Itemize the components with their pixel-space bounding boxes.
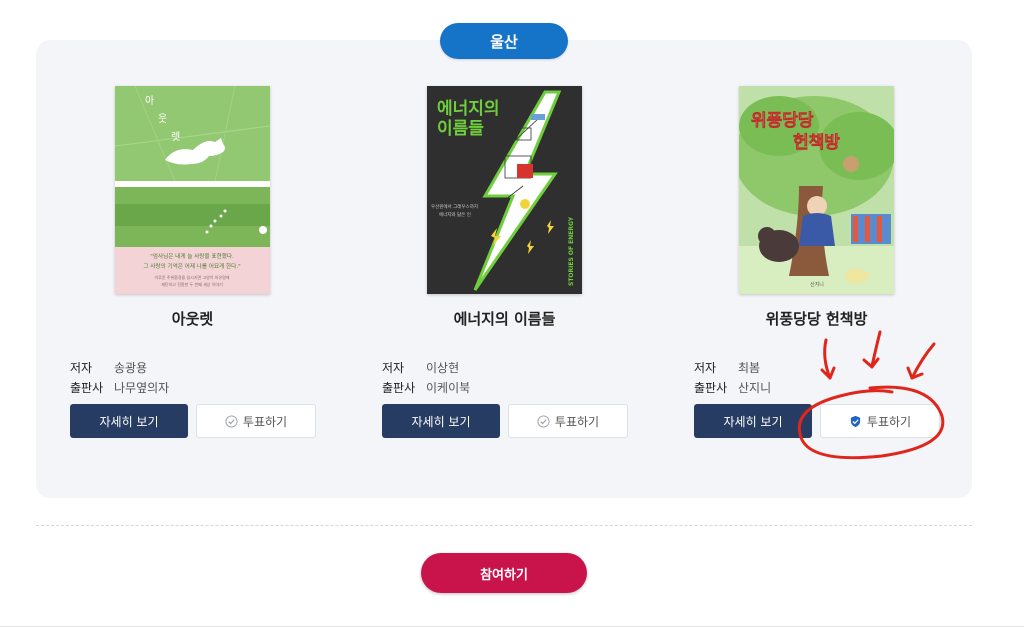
publisher-value: 이케이북: [426, 381, 471, 395]
check-circle-icon: [537, 414, 550, 428]
vote-label: 투표하기: [242, 414, 288, 429]
region-badge: 울산: [440, 23, 568, 59]
cover-small-1: 이루운 주위환경을 읽시키면 고양이 미유명에: [154, 274, 229, 280]
cover-quote-1: "엄사님은 내게 늘 사랑을 표현했다.: [150, 252, 234, 260]
cover-title-line-2: 헌책방: [793, 133, 840, 153]
vote-button-selected[interactable]: 투표하기: [820, 404, 940, 438]
cover-title-line-2: 이름들: [437, 119, 484, 139]
author-value: 송광용: [114, 361, 148, 375]
vote-button[interactable]: 투표하기: [196, 404, 316, 438]
book-cover-energy[interactable]: 에너지의 이름들 우산원에서 그래우스까지 에너지와 닮은 인 STORIES …: [427, 86, 582, 294]
cover-publisher-mark: 산지니: [810, 281, 824, 288]
book-title: 아웃렛: [171, 310, 214, 328]
publisher-value: 산지니: [738, 381, 772, 395]
detail-button[interactable]: 자세히 보기: [70, 404, 188, 438]
vote-label: 투표하기: [554, 414, 600, 429]
cover-side-text: STORIES OF ENERGY: [568, 216, 575, 286]
book-meta: 저자 최봄 출판사 산지니: [694, 358, 771, 398]
detail-button[interactable]: 자세히 보기: [382, 404, 500, 438]
cover-subtitle-1: 우산원에서 그래우스까지: [431, 203, 478, 210]
publisher-label: 출판사: [382, 381, 416, 395]
cover-title-line-1: 에너지의: [437, 99, 500, 119]
book-title: 위풍당당 헌책방: [765, 310, 868, 328]
author-label: 저자: [694, 361, 717, 375]
author-label: 저자: [70, 361, 93, 375]
author-value: 최봄: [738, 361, 761, 375]
publisher-label: 출판사: [694, 381, 728, 395]
book-title: 에너지의 이름들: [453, 310, 556, 328]
book-meta: 저자 송광용 출판사 나무옆의자: [70, 358, 169, 398]
vote-label: 투표하기: [866, 414, 912, 429]
cover-subtitle-2: 에너지와 닮은 인: [439, 211, 471, 218]
section-divider: [36, 525, 972, 526]
cover-title-char-3: 렛: [171, 131, 180, 143]
publisher-value: 나무옆의자: [114, 381, 170, 395]
book-cover-outlet[interactable]: 아 웃 렛 "엄사님은 내게 늘 사랑을 표현했다. 그 사랑의 기억은 어제 …: [115, 86, 270, 294]
vote-button[interactable]: 투표하기: [508, 404, 628, 438]
check-circle-icon: [225, 414, 238, 428]
book-cover-bookstore[interactable]: 위풍당당 헌책방 산지니: [739, 86, 894, 294]
participate-button[interactable]: 참여하기: [421, 553, 587, 593]
cover-title-char-2: 웃: [158, 113, 167, 125]
cover-small-2: 재탄하고 전환한 두 번째 세상 이야기: [161, 281, 223, 287]
cover-quote-2: 그 사랑의 기억은 어제 나를 어묘게 한다.": [143, 262, 241, 270]
author-value: 이상현: [426, 361, 460, 375]
book-meta: 저자 이상현 출판사 이케이북: [382, 358, 470, 398]
author-label: 저자: [382, 361, 405, 375]
publisher-label: 출판사: [70, 381, 104, 395]
cover-title-char-1: 아: [145, 95, 154, 107]
checked-shield-icon: [850, 415, 861, 427]
detail-button[interactable]: 자세히 보기: [694, 404, 812, 438]
cover-title-line-1: 위풍당당: [751, 111, 814, 131]
